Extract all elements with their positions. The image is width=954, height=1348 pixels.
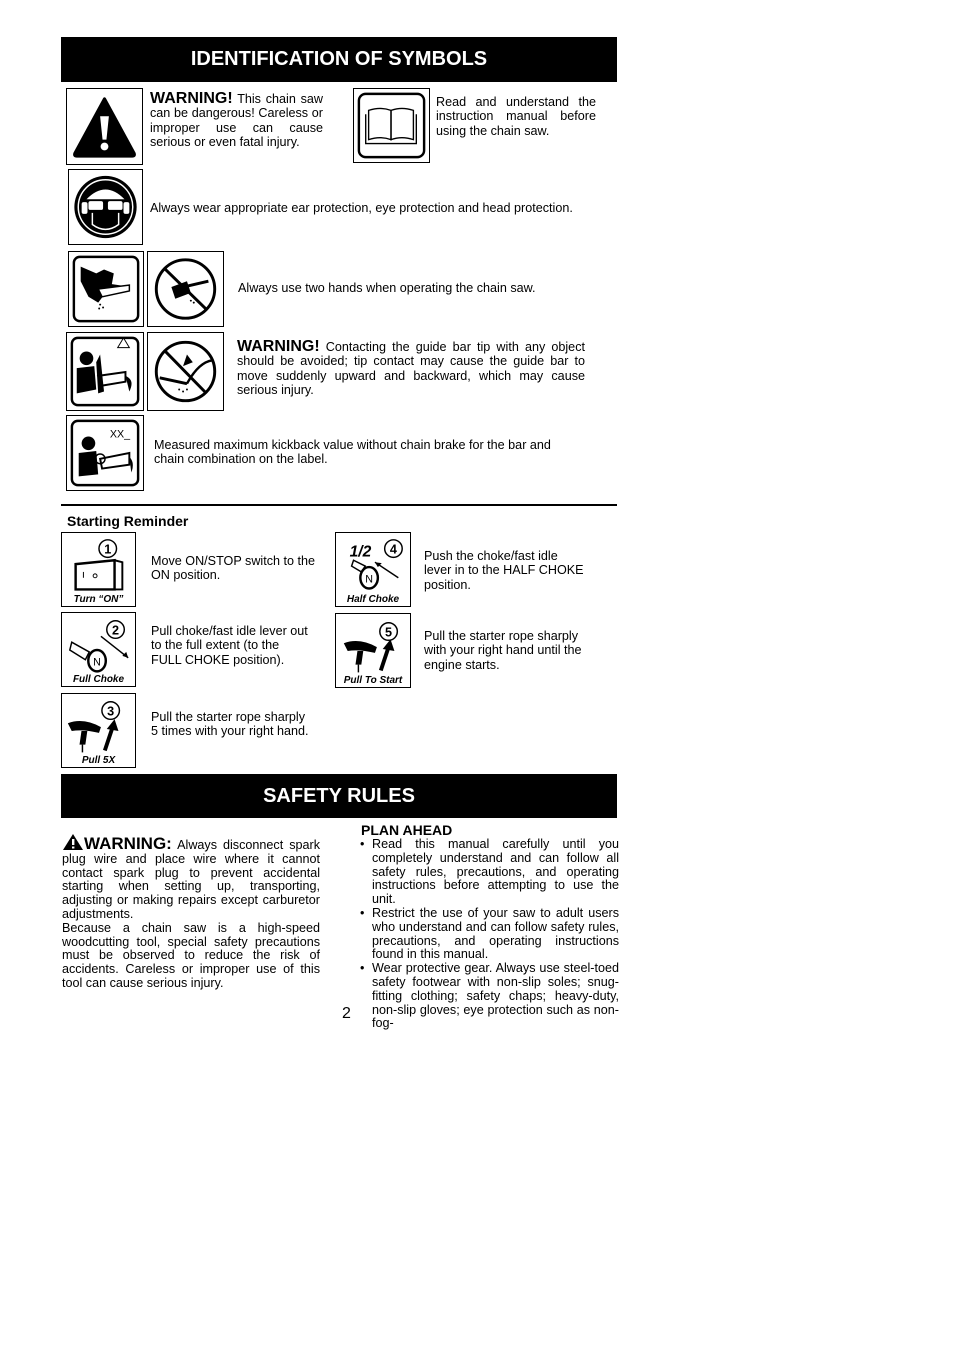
section-title-safety: SAFETY RULES bbox=[263, 785, 415, 807]
two-hands-saw-icon bbox=[68, 251, 144, 327]
section-banner-safety: SAFETY RULES bbox=[61, 774, 617, 818]
safety-paragraph: Because a chain saw is a high-speed wood… bbox=[62, 920, 320, 990]
section-title-symbols: IDENTIFICATION OF SYMBOLS bbox=[190, 48, 488, 70]
step-caption: Pull 5X bbox=[81, 755, 116, 766]
half-choke-icon: 1/2 4 N Half Choke bbox=[335, 532, 411, 607]
svg-text:N: N bbox=[93, 657, 101, 669]
step-number: 5 bbox=[385, 625, 392, 639]
plan-ahead-title: PLAN AHEAD bbox=[361, 822, 453, 838]
kickback-value-icon: XX_ bbox=[66, 415, 144, 491]
step-caption: Half Choke bbox=[346, 594, 400, 605]
step-caption: Turn “ON” bbox=[73, 594, 124, 605]
safety-warning-label: WARNING: bbox=[84, 834, 172, 853]
step-number: 2 bbox=[112, 623, 119, 637]
symbol-warning-text: WARNING! This chain saw can be dangerous… bbox=[150, 90, 323, 150]
symbol-manual-text: Read and understand the instruction manu… bbox=[436, 95, 596, 138]
symbol-two-hands-text: Always use two hands when operating the … bbox=[238, 281, 536, 295]
step-number: 1 bbox=[104, 542, 111, 556]
symbol-kickback-text: WARNING! Contacting the guide bar tip wi… bbox=[237, 338, 585, 398]
plan-ahead-list: Read this manual carefully until you com… bbox=[358, 837, 619, 1031]
warning-label: WARNING! bbox=[237, 338, 320, 355]
symbol-kickback-value-text: Measured maximum kickback value without … bbox=[154, 438, 551, 467]
warning-triangle-icon bbox=[66, 88, 143, 165]
kickback-value-label: XX_ bbox=[110, 428, 131, 440]
protective-gear-icon bbox=[68, 169, 143, 245]
step-text: Push the choke/fast idle lever in to the… bbox=[424, 549, 584, 592]
full-choke-icon: 2 N Full Choke bbox=[61, 612, 136, 687]
tip-contact-prohibited-icon bbox=[147, 332, 224, 411]
warning-label: WARNING! bbox=[150, 90, 233, 107]
open-book-icon bbox=[353, 88, 430, 163]
section-banner-symbols: IDENTIFICATION OF SYMBOLS bbox=[61, 37, 617, 82]
step-caption: Full Choke bbox=[72, 674, 125, 685]
kickback-warning-icon bbox=[66, 332, 144, 411]
starting-reminder-title: Starting Reminder bbox=[67, 513, 189, 529]
half-choke-fraction: 1/2 bbox=[350, 543, 372, 560]
step-text: Pull choke/fast idle lever out to the fu… bbox=[151, 624, 308, 667]
svg-text:N: N bbox=[365, 574, 373, 586]
pull-handle-icon: 5 Pull To Start bbox=[335, 613, 411, 688]
page-number: 2 bbox=[342, 1005, 351, 1022]
list-item: Wear protective gear. Always use steel-t… bbox=[358, 961, 619, 1031]
step-number: 3 bbox=[107, 704, 114, 718]
list-item: Restrict the use of your saw to adult us… bbox=[358, 906, 619, 962]
section-divider bbox=[61, 504, 617, 506]
step-number: 4 bbox=[390, 542, 397, 556]
step-caption: Pull To Start bbox=[343, 675, 403, 686]
step-text: Pull the starter rope sharply with your … bbox=[424, 629, 582, 672]
step-text: Move ON/STOP switch to the ON position. bbox=[151, 554, 316, 583]
one-hand-prohibited-icon bbox=[147, 251, 224, 327]
pull-handle-icon: 3 Pull 5X bbox=[61, 693, 136, 768]
list-item: Read this manual carefully until you com… bbox=[358, 837, 619, 907]
on-switch-icon: 1 Turn “ON” bbox=[61, 532, 136, 607]
step-text: Pull the starter rope sharply 5 times wi… bbox=[151, 710, 309, 739]
safety-warning-block: WARNING: Always disconnect spark plug wi… bbox=[62, 833, 320, 991]
symbol-protection-text: Always wear appropriate ear protection, … bbox=[150, 201, 573, 215]
warning-triangle-icon bbox=[62, 833, 84, 851]
